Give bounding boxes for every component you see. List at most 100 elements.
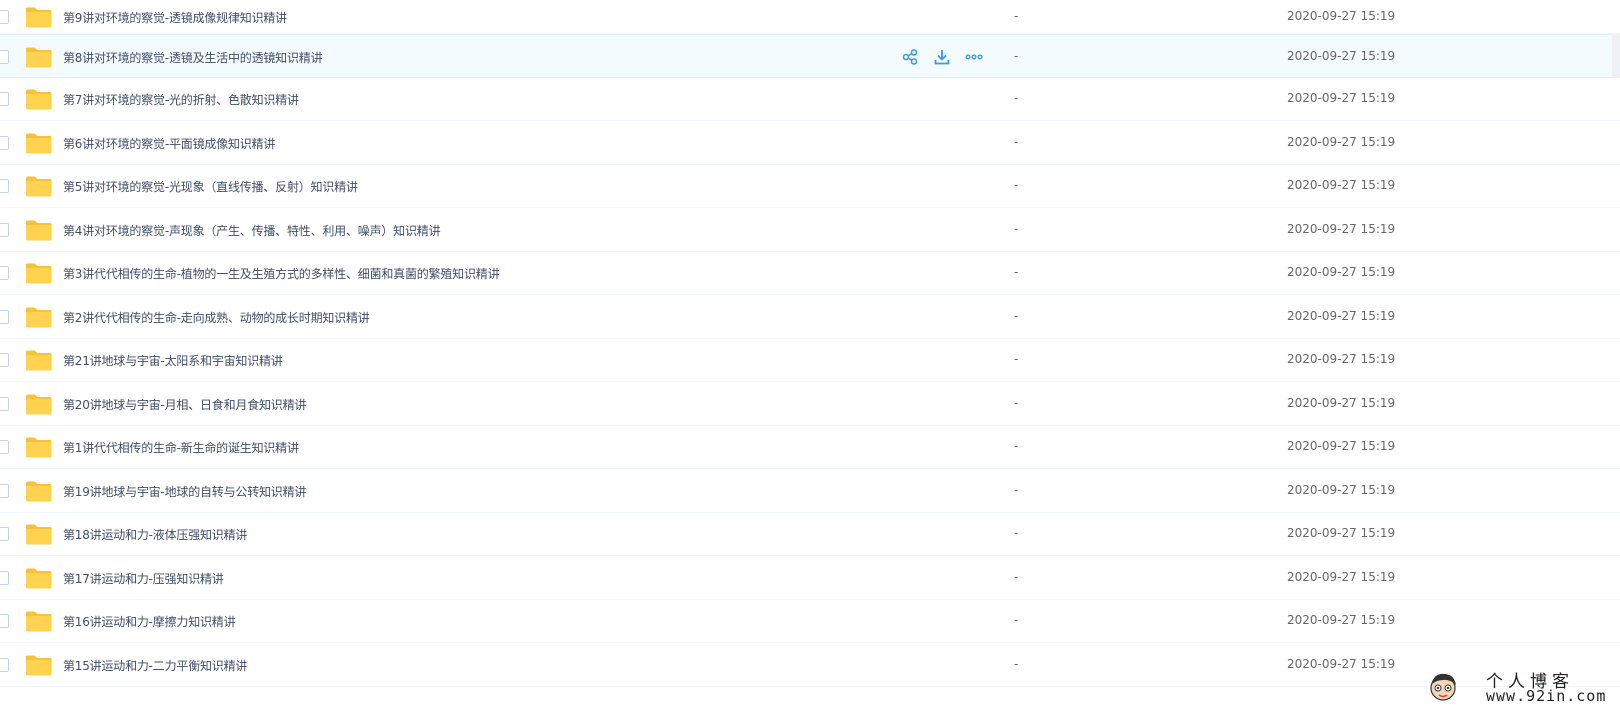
file-size: - — [1014, 395, 1019, 410]
file-name[interactable]: 第3讲代代相传的生命-植物的一生及生殖方式的多样性、细菌和真菌的繁殖知识精讲 — [63, 265, 500, 282]
row-checkbox[interactable] — [0, 440, 9, 455]
file-name[interactable]: 第4讲对环境的察觉-声现象（产生、传播、特性、利用、噪声）知识精讲 — [63, 222, 441, 239]
file-size: - — [1014, 569, 1019, 584]
row-checkbox[interactable] — [0, 10, 9, 24]
download-icon — [934, 49, 950, 65]
file-name[interactable]: 第9讲对环境的察觉-透镜成像规律知识精讲 — [63, 9, 287, 26]
file-name[interactable]: 第8讲对环境的察觉-透镜及生活中的透镜知识精讲 — [63, 49, 323, 66]
file-date: 2020-09-27 15:19 — [1287, 395, 1396, 410]
row-checkbox[interactable] — [0, 309, 9, 324]
file-name[interactable]: 第16讲运动和力-摩擦力知识精讲 — [63, 613, 236, 630]
share-button[interactable] — [900, 47, 920, 67]
file-row[interactable]: 第7讲对环境的察觉-光的折射、色散知识精讲 - 2020-09-27 15:19 — [0, 78, 1620, 121]
file-row[interactable]: 第9讲对环境的察觉-透镜成像规律知识精讲 - 2020-09-27 15:19 — [0, 0, 1620, 34]
row-checkbox[interactable] — [0, 135, 9, 150]
folder-icon — [26, 524, 52, 545]
file-size: - — [1014, 9, 1019, 23]
file-name[interactable]: 第2讲代代相传的生命-走向成熟、动物的成长时期知识精讲 — [63, 309, 370, 326]
file-row[interactable]: 第5讲对环境的察觉-光现象（直线传播、反射）知识精讲 - 2020-09-27 15… — [0, 165, 1620, 208]
folder-icon — [26, 7, 52, 28]
row-checkbox[interactable] — [0, 222, 9, 237]
row-checkbox[interactable] — [0, 266, 9, 281]
file-date: 2020-09-27 15:19 — [1287, 221, 1396, 236]
file-size: - — [1014, 482, 1019, 497]
row-checkbox[interactable] — [0, 92, 9, 107]
row-checkbox[interactable] — [0, 527, 9, 542]
file-name[interactable]: 第7讲对环境的察觉-光的折射、色散知识精讲 — [63, 91, 299, 108]
scrollbar[interactable] — [1612, 34, 1620, 78]
more-icon — [965, 54, 983, 60]
file-size: - — [1014, 265, 1019, 280]
share-icon — [902, 48, 918, 65]
file-size: - — [1014, 134, 1019, 149]
folder-icon — [26, 394, 52, 415]
folder-icon — [26, 133, 52, 154]
file-name[interactable]: 第21讲地球与宇宙-太阳系和宇宙知识精讲 — [63, 352, 283, 369]
row-checkbox[interactable] — [0, 570, 9, 585]
file-date: 2020-09-27 15:19 — [1287, 48, 1396, 63]
folder-icon — [26, 220, 52, 241]
file-name[interactable]: 第18讲运动和力-液体压强知识精讲 — [63, 526, 247, 543]
row-actions — [900, 47, 984, 67]
file-row[interactable]: 第2讲代代相传的生命-走向成熟、动物的成长时期知识精讲 - 2020-09-27 1… — [0, 295, 1620, 339]
folder-icon — [26, 481, 52, 502]
folder-icon — [26, 611, 52, 632]
file-size: - — [1014, 91, 1019, 106]
file-size: - — [1014, 48, 1019, 63]
file-date: 2020-09-27 15:19 — [1287, 9, 1396, 23]
folder-icon — [26, 263, 52, 284]
file-name[interactable]: 第17讲运动和力-压强知识精讲 — [63, 570, 224, 587]
file-size: - — [1014, 178, 1019, 193]
file-row[interactable]: 第21讲地球与宇宙-太阳系和宇宙知识精讲 - 2020-09-27 15:19 — [0, 339, 1620, 382]
folder-icon — [26, 437, 52, 458]
file-name[interactable]: 第15讲运动和力-二力平衡知识精讲 — [63, 657, 247, 674]
file-row[interactable]: 第3讲代代相传的生命-植物的一生及生殖方式的多样性、细菌和真菌的繁殖知识精讲 - 2… — [0, 252, 1620, 295]
row-checkbox[interactable] — [0, 179, 9, 194]
file-row[interactable]: 第4讲对环境的察觉-声现象（产生、传播、特性、利用、噪声）知识精讲 - 2020-0… — [0, 208, 1620, 252]
file-row[interactable]: 第16讲运动和力-摩擦力知识精讲 - 2020-09-27 15:19 — [0, 600, 1620, 643]
file-name[interactable]: 第5讲对环境的察觉-光现象（直线传播、反射）知识精讲 — [63, 178, 358, 195]
row-checkbox[interactable] — [0, 614, 9, 629]
file-size: - — [1014, 308, 1019, 323]
file-name[interactable]: 第1讲代代相传的生命-新生命的诞生知识精讲 — [63, 439, 299, 456]
file-date: 2020-09-27 15:19 — [1287, 613, 1396, 628]
folder-icon — [26, 89, 52, 110]
file-date: 2020-09-27 15:19 — [1287, 569, 1396, 584]
file-name[interactable]: 第20讲地球与宇宙-月相、日食和月食知识精讲 — [63, 396, 306, 413]
file-size: - — [1014, 656, 1019, 671]
file-date: 2020-09-27 15:19 — [1287, 178, 1396, 193]
file-row[interactable]: 第15讲运动和力-二力平衡知识精讲 - 2020-09-27 15:19 — [0, 643, 1620, 687]
row-checkbox[interactable] — [0, 483, 9, 498]
file-row[interactable]: 第19讲地球与宇宙-地球的自转与公转知识精讲 - 2020-09-27 15:19 — [0, 469, 1620, 513]
file-row[interactable]: 第8讲对环境的察觉-透镜及生活中的透镜知识精讲 - 2020-09-27 15:19 — [0, 34, 1620, 78]
file-size: - — [1014, 352, 1019, 367]
file-size: - — [1014, 221, 1019, 236]
file-date: 2020-09-27 15:19 — [1287, 134, 1396, 149]
folder-icon — [26, 307, 52, 328]
more-button[interactable] — [964, 47, 984, 67]
avatar-icon — [1430, 673, 1456, 701]
file-list: 第9讲对环境的察觉-透镜成像规律知识精讲 -2020-09-27 15:19 第8讲… — [0, 0, 1620, 687]
row-checkbox[interactable] — [0, 396, 9, 411]
folder-icon — [26, 568, 52, 589]
row-checkbox[interactable] — [0, 657, 9, 672]
file-row[interactable]: 第1讲代代相传的生命-新生命的诞生知识精讲 - 2020-09-27 15:19 — [0, 426, 1620, 469]
file-row[interactable]: 第18讲运动和力-液体压强知识精讲 - 2020-09-27 15:19 — [0, 513, 1620, 556]
file-date: 2020-09-27 15:19 — [1287, 352, 1396, 367]
row-checkbox[interactable] — [0, 353, 9, 368]
folder-icon — [26, 350, 52, 371]
file-date: 2020-09-27 15:19 — [1287, 308, 1396, 323]
file-size: - — [1014, 613, 1019, 628]
file-date: 2020-09-27 15:19 — [1287, 482, 1396, 497]
file-name[interactable]: 第19讲地球与宇宙-地球的自转与公转知识精讲 — [63, 483, 306, 500]
file-row[interactable]: 第17讲运动和力-压强知识精讲 - 2020-09-27 15:19 — [0, 556, 1620, 600]
file-size: - — [1014, 439, 1019, 454]
file-date: 2020-09-27 15:19 — [1287, 91, 1396, 106]
file-row[interactable]: 第6讲对环境的察觉-平面镜成像知识精讲 - 2020-09-27 15:19 — [0, 121, 1620, 165]
folder-icon — [26, 655, 52, 676]
file-size: - — [1014, 526, 1019, 541]
file-row[interactable]: 第20讲地球与宇宙-月相、日食和月食知识精讲 - 2020-09-27 15:19 — [0, 382, 1620, 426]
file-name[interactable]: 第6讲对环境的察觉-平面镜成像知识精讲 — [63, 135, 275, 152]
row-checkbox[interactable] — [0, 49, 9, 64]
download-button[interactable] — [932, 47, 952, 67]
